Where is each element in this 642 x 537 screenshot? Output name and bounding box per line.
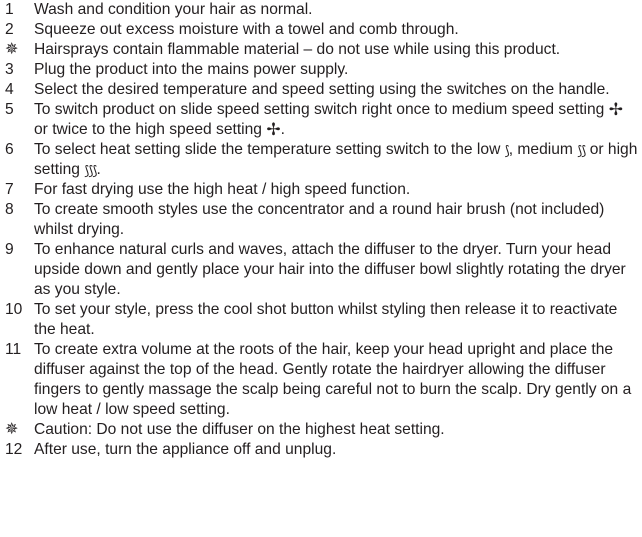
step-item: 5 To switch product on slide speed settin… (5, 100, 638, 140)
step-item: 4 Select the desired temperature and spee… (5, 80, 638, 100)
step-text: To select heat setting slide the tempera… (34, 140, 638, 180)
step-text: Select the desired temperature and speed… (34, 80, 638, 100)
text-run: To create smooth styles use the concentr… (34, 201, 605, 238)
heat-high-icon: ⟆⟆⟆ (84, 164, 97, 179)
step-text: To create extra volume at the roots of t… (34, 340, 638, 420)
warning-icon: ✵ (5, 421, 19, 438)
text-run: Caution: Do not use the diffuser on the … (34, 421, 445, 438)
step-text: For fast drying use the high heat / high… (34, 180, 638, 200)
step-number: 11 (5, 341, 22, 358)
fan-high-icon: ✢ (266, 120, 281, 139)
step-item: 7 For fast drying use the high heat / hig… (5, 180, 638, 200)
warning-item: ✵ Hairsprays contain flammable material –… (5, 40, 638, 60)
text-run: For fast drying use the high heat / high… (34, 181, 411, 198)
text-run: Hairsprays contain flammable material – … (34, 41, 561, 58)
text-run: To switch product on slide speed setting… (34, 101, 609, 118)
step-text: Caution: Do not use the diffuser on the … (34, 420, 638, 440)
step-number: 5 (5, 101, 14, 118)
step-item: 6 To select heat setting slide the temper… (5, 140, 638, 180)
step-number: 4 (5, 81, 14, 98)
instruction-list: 1 Wash and condition your hair as normal.… (0, 0, 642, 537)
text-run: . (96, 161, 101, 178)
step-item: 3 Plug the product into the mains power s… (5, 60, 638, 80)
step-number: 6 (5, 141, 14, 158)
step-item: 12 After use, turn the appliance off and … (5, 440, 638, 460)
step-text: To create smooth styles use the concentr… (34, 200, 638, 240)
step-text: To enhance natural curls and waves, atta… (34, 240, 638, 300)
text-run: Plug the product into the mains power su… (34, 61, 349, 78)
step-item: 11 To create extra volume at the roots of… (5, 340, 638, 420)
text-run: To set your style, press the cool shot b… (34, 301, 618, 338)
step-text: Wash and condition your hair as normal. (34, 0, 638, 20)
step-text: After use, turn the appliance off and un… (34, 440, 638, 460)
step-item: 10 To set your style, press the cool shot… (5, 300, 638, 340)
step-number: 2 (5, 21, 14, 38)
step-number: 3 (5, 61, 14, 78)
step-item: 2 Squeeze out excess moisture with a towe… (5, 20, 638, 40)
step-text: To set your style, press the cool shot b… (34, 300, 638, 340)
step-number: 12 (5, 441, 23, 458)
step-number: 10 (5, 301, 23, 318)
fan-medium-icon: ✢ (608, 100, 623, 119)
warning-item: ✵ Caution: Do not use the diffuser on the… (5, 420, 638, 440)
step-text: Hairsprays contain flammable material – … (34, 40, 638, 60)
step-item: 1 Wash and condition your hair as normal. (5, 0, 638, 20)
step-text: Squeeze out excess moisture with a towel… (34, 20, 638, 40)
text-run: , medium (508, 141, 578, 158)
step-number: 9 (5, 241, 14, 258)
text-run: Squeeze out excess moisture with a towel… (34, 21, 459, 38)
step-number: 7 (5, 181, 14, 198)
text-run: Wash and condition your hair as normal. (34, 1, 313, 18)
text-run: After use, turn the appliance off and un… (34, 441, 337, 458)
text-run: To select heat setting slide the tempera… (34, 141, 505, 158)
step-item: 9 To enhance natural curls and waves, att… (5, 240, 638, 300)
step-text: Plug the product into the mains power su… (34, 60, 638, 80)
text-run: To enhance natural curls and waves, atta… (34, 241, 626, 298)
warning-icon: ✵ (5, 41, 19, 58)
text-run: Select the desired temperature and speed… (34, 81, 610, 98)
text-run: To create extra volume at the roots of t… (34, 341, 632, 418)
step-number: 8 (5, 201, 14, 218)
step-number: 1 (5, 1, 14, 18)
step-item: 8 To create smooth styles use the concent… (5, 200, 638, 240)
text-run: . (280, 121, 285, 138)
step-text: To switch product on slide speed setting… (34, 100, 638, 140)
text-run: or twice to the high speed setting (34, 121, 267, 138)
